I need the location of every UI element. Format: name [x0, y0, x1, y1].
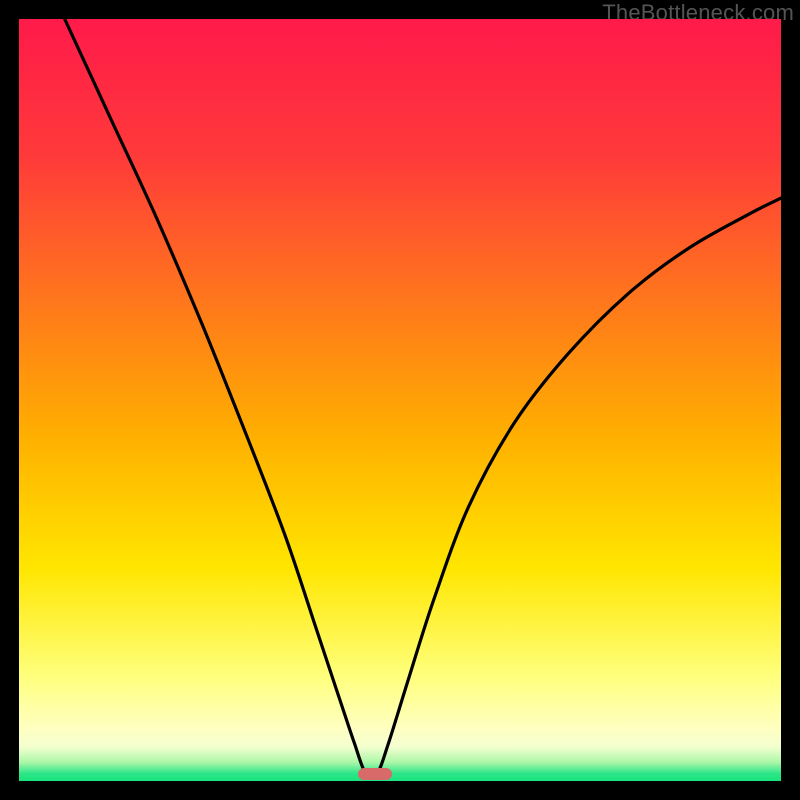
optimal-marker [358, 768, 392, 780]
plot-frame [19, 19, 781, 781]
bottleneck-curve [19, 19, 781, 781]
